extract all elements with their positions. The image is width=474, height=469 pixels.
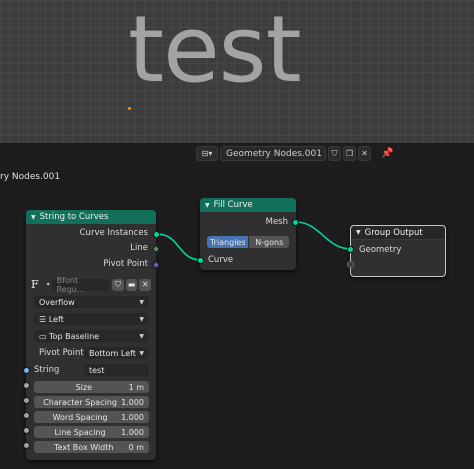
input-character-spacing[interactable]: Character Spacing 1.000 [34, 396, 149, 408]
node-fill-curve[interactable]: ▼ Fill Curve Mesh Triangles N-gons Curve [200, 198, 296, 270]
font-dropdown-arrow-icon[interactable]: ▾ [47, 281, 50, 288]
fill-mode-selector: Triangles N-gons [207, 236, 289, 248]
3d-viewport[interactable]: test [0, 0, 474, 143]
socket-text-box-width-input[interactable] [23, 442, 30, 449]
text-object: test [128, 0, 302, 103]
align-y-dropdown[interactable]: ▭ Top Baseline ▼ [34, 330, 149, 342]
pivot-point-dropdown[interactable]: Bottom Left ▼ [84, 347, 149, 359]
duplicate-icon[interactable]: ❐ [343, 146, 356, 161]
node-title: Fill Curve [213, 200, 253, 210]
input-line-spacing-value: 1.000 [121, 427, 144, 437]
socket-size-input[interactable] [23, 382, 30, 389]
input-text-box-width-value: 0 m [128, 442, 144, 452]
socket-string-input[interactable] [23, 367, 30, 374]
pin-icon[interactable]: 📌 [381, 148, 393, 159]
node-header-fill-curve[interactable]: ▼ Fill Curve [200, 198, 296, 212]
chevron-down-icon: ▼ [139, 349, 144, 357]
link-mesh-to-geometry [295, 221, 352, 250]
collapse-caret-icon[interactable]: ▼ [31, 214, 36, 221]
object-origin [128, 107, 131, 110]
pivot-point-value: Bottom Left [89, 348, 136, 358]
font-selector: F ▾ Bfont Regu... ⛉ ▬ ✕ [31, 276, 151, 294]
overflow-dropdown[interactable]: Overflow ▼ [34, 296, 149, 308]
input-word-spacing[interactable]: Word Spacing 1.000 [34, 411, 149, 423]
input-curve: Curve [208, 255, 234, 265]
pivot-point-label: Pivot Point [39, 348, 84, 358]
collapse-caret-icon[interactable]: ▼ [356, 229, 361, 236]
font-icon: F [31, 278, 39, 291]
input-word-spacing-value: 1.000 [121, 412, 144, 422]
overflow-value: Overflow [39, 297, 75, 307]
fake-user-shield-icon[interactable]: ⛉ [112, 278, 124, 291]
output-curve-instances: Curve Instances [79, 228, 148, 238]
close-icon[interactable]: ✕ [139, 278, 151, 291]
node-editor-icon: ⊟▾ [201, 149, 213, 158]
input-line-spacing-label: Line Spacing [54, 427, 106, 437]
node-title: Group Output [364, 227, 423, 238]
input-text-box-width-label: Text Box Width [54, 442, 114, 452]
input-size-value: 1 m [128, 382, 144, 392]
align-left-icon: ☰ [39, 314, 49, 324]
socket-line-spacing-input[interactable] [23, 427, 30, 434]
node-group-output[interactable]: ▼ Group Output Geometry [350, 225, 446, 277]
input-line-spacing[interactable]: Line Spacing 1.000 [34, 426, 149, 438]
output-line: Line [130, 243, 148, 253]
node-header-group-output[interactable]: ▼ Group Output [351, 226, 445, 240]
open-folder-icon[interactable]: ▬ [125, 278, 138, 291]
align-top-icon: ▭ [39, 331, 50, 341]
align-y-value: ▭ Top Baseline [39, 332, 99, 341]
socket-mesh-output[interactable] [292, 219, 299, 226]
mode-triangles[interactable]: Triangles [207, 236, 249, 248]
string-input[interactable]: test [84, 364, 149, 376]
output-pivot-point: Pivot Point [103, 259, 148, 269]
node-tree-selector: ⊟▾ Geometry Nodes.001 ⛉ ❐ ✕ 📌 [196, 146, 393, 161]
align-x-dropdown[interactable]: ☰ Left ▼ [34, 313, 149, 325]
input-size[interactable]: Size 1 m [34, 381, 149, 393]
fake-user-shield-icon[interactable]: ⛉ [328, 146, 341, 161]
chevron-down-icon: ▼ [139, 332, 144, 340]
align-y-label: Top Baseline [49, 331, 100, 341]
node-editor[interactable]: ⊟▾ Geometry Nodes.001 ⛉ ❐ ✕ 📌 ry Nodes.0… [0, 143, 474, 469]
input-size-label: Size [75, 382, 92, 392]
input-text-box-width[interactable]: Text Box Width 0 m [34, 441, 149, 453]
socket-curve-instances-output[interactable] [153, 231, 160, 238]
font-name-field[interactable]: Bfont Regu... [51, 276, 111, 294]
align-x-label: Left [48, 314, 64, 324]
socket-character-spacing-input[interactable] [23, 397, 30, 404]
input-character-spacing-label: Character Spacing [43, 397, 117, 407]
input-string-label: String [34, 365, 60, 375]
align-x-value: ☰ Left [39, 315, 64, 324]
socket-empty-input[interactable] [347, 261, 354, 268]
node-tree-name-field[interactable]: Geometry Nodes.001 [220, 146, 326, 161]
node-string-to-curves[interactable]: ▼ String to Curves Curve Instances Line … [26, 210, 156, 460]
node-title: String to Curves [39, 212, 109, 222]
input-character-spacing-value: 1.000 [121, 397, 144, 407]
node-tree-breadcrumb: ry Nodes.001 [0, 172, 61, 182]
mode-ngons[interactable]: N-gons [249, 236, 289, 248]
output-mesh: Mesh [265, 217, 288, 227]
input-word-spacing-label: Word Spacing [52, 412, 108, 422]
input-geometry: Geometry [359, 245, 402, 255]
node-header-string-to-curves[interactable]: ▼ String to Curves [26, 210, 156, 224]
socket-word-spacing-input[interactable] [23, 412, 30, 419]
node-tree-type-dropdown[interactable]: ⊟▾ [196, 146, 218, 161]
link-curve-instances-to-curve [156, 233, 202, 261]
collapse-caret-icon[interactable]: ▼ [205, 202, 210, 209]
chevron-down-icon: ▼ [139, 298, 144, 306]
socket-geometry-input[interactable] [347, 246, 354, 253]
close-icon[interactable]: ✕ [358, 146, 371, 161]
chevron-down-icon: ▼ [139, 315, 144, 323]
socket-curve-input[interactable] [197, 257, 204, 264]
